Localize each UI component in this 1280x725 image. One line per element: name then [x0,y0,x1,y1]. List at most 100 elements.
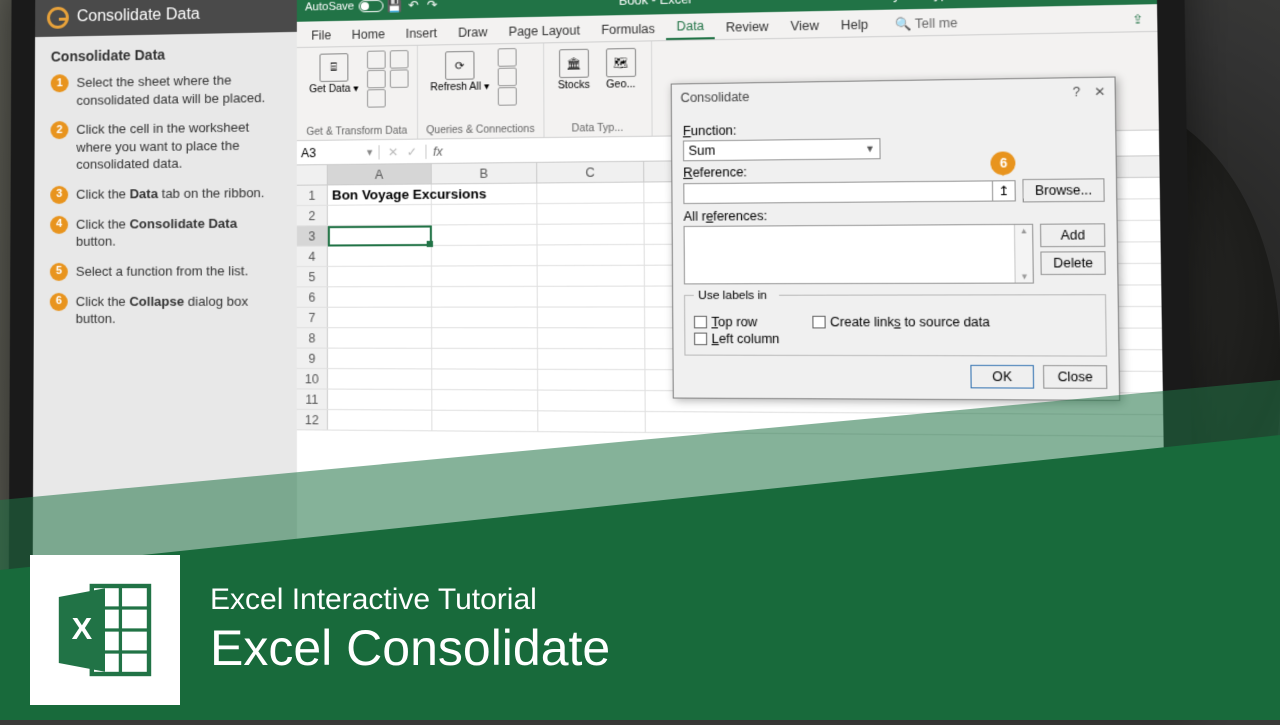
column-header[interactable]: C [537,162,644,183]
cancel-formula-icon[interactable]: ✕ [388,144,399,158]
share-button[interactable]: ⇪ [1123,7,1153,31]
ribbon-tab-draw[interactable]: Draw [447,21,498,44]
cell[interactable] [538,391,646,411]
help-icon[interactable]: ? [1073,85,1081,100]
cell[interactable]: Bon Voyage Excursions [328,184,432,204]
existing-conn-button[interactable] [390,69,409,88]
ok-button[interactable]: OK [970,365,1034,389]
edit-links-button[interactable] [498,87,517,106]
enter-formula-icon[interactable]: ✓ [407,144,418,158]
cell[interactable] [328,369,432,389]
cell[interactable] [432,349,538,369]
user-name[interactable]: Kayla Claypool [877,0,966,3]
cell[interactable] [538,411,646,432]
from-web-button[interactable] [367,70,386,89]
get-data-button[interactable]: ⌸ Get Data ▾ [305,51,363,98]
left-column-checkbox[interactable]: Left column [694,332,780,347]
ribbon-tab-insert[interactable]: Insert [395,22,447,45]
cell[interactable] [538,266,645,286]
cell[interactable] [537,203,644,223]
geography-button[interactable]: 🗺 Geo... [599,46,642,93]
top-row-checkbox[interactable]: Top row [694,315,779,330]
cell[interactable] [432,328,538,348]
save-icon[interactable]: 💾 [387,0,402,13]
cell[interactable] [328,287,432,307]
cell[interactable] [432,266,538,286]
ribbon-tab-home[interactable]: Home [341,23,395,46]
cell[interactable] [538,349,645,369]
autosave-toggle[interactable]: AutoSave [305,0,383,14]
row-header[interactable]: 1 [297,185,328,205]
recent-sources-button[interactable] [390,50,409,69]
properties-button[interactable] [498,68,517,87]
cell[interactable] [328,308,432,328]
stocks-button[interactable]: 🏛 Stocks [552,47,595,94]
cell[interactable] [538,287,645,307]
step-text: Click the cell in the worksheet where yo… [76,118,280,173]
redo-icon[interactable]: ↷ [425,0,440,12]
name-box[interactable]: A3▼ [297,145,380,160]
cell[interactable] [328,267,432,287]
ribbon-tab-data[interactable]: Data [666,14,715,40]
row-header[interactable]: 3 [297,226,328,246]
close-button[interactable]: Close [1043,365,1107,389]
row-header[interactable]: 12 [297,410,328,430]
cell[interactable] [538,328,645,348]
row-header[interactable]: 2 [297,206,328,226]
from-table-button[interactable] [367,89,386,108]
create-links-checkbox[interactable]: Create links to source data [812,315,990,330]
undo-icon[interactable]: ↶ [406,0,421,12]
ribbon-tab-help[interactable]: Help [830,13,880,37]
cell[interactable] [432,204,538,224]
cell[interactable] [538,307,645,327]
cell[interactable] [328,225,432,245]
cell[interactable] [538,370,646,390]
cell[interactable] [432,411,538,431]
collapse-dialog-button[interactable]: ↥ 6 [992,181,1015,200]
cell[interactable] [432,245,538,265]
cell[interactable] [328,328,432,348]
all-references-list[interactable]: ▴▾ [684,224,1035,285]
cell[interactable] [537,224,644,244]
cell[interactable] [538,245,645,265]
tell-me-search[interactable]: 🔍 Tell me [884,11,969,36]
ribbon-tab-formulas[interactable]: Formulas [591,17,666,41]
column-header[interactable]: B [432,163,538,184]
add-button[interactable]: Add [1040,223,1105,247]
cell[interactable] [432,287,538,307]
ribbon-tab-file[interactable]: File [301,24,341,47]
row-header[interactable]: 6 [297,287,328,306]
cell[interactable] [328,349,432,369]
cell[interactable] [432,369,538,389]
cell[interactable] [432,308,538,328]
cell[interactable] [328,205,432,225]
refresh-all-button[interactable]: ⟳ Refresh All ▾ [426,48,493,95]
cell[interactable] [537,183,644,204]
column-header[interactable]: A [328,164,432,184]
select-all-corner[interactable] [297,165,328,185]
row-header[interactable]: 9 [297,349,328,368]
cell[interactable] [328,390,432,410]
browse-button[interactable]: Browse... [1022,178,1104,202]
row-header[interactable]: 4 [297,247,328,266]
row-header[interactable]: 5 [297,267,328,286]
dialog-close-icon[interactable]: ✕ [1094,84,1106,99]
from-text-button[interactable] [367,50,386,69]
cell[interactable] [328,410,432,430]
ribbon-tab-view[interactable]: View [779,14,830,38]
row-header[interactable]: 11 [297,389,328,409]
row-header[interactable]: 8 [297,328,328,347]
cell[interactable] [432,184,538,204]
row-header[interactable]: 7 [297,308,328,327]
queries-button[interactable] [498,48,517,67]
cell[interactable] [432,390,538,410]
ribbon-tab-page-layout[interactable]: Page Layout [498,19,591,43]
ribbon-tab-review[interactable]: Review [715,15,780,39]
reference-input[interactable]: ↥ 6 [683,180,1016,204]
cell[interactable] [432,225,538,245]
delete-button[interactable]: Delete [1041,251,1106,275]
row-header[interactable]: 10 [297,369,328,389]
cell[interactable] [328,246,432,266]
function-select[interactable]: Sum▼ [683,138,881,161]
fx-icon[interactable]: fx [427,144,449,159]
